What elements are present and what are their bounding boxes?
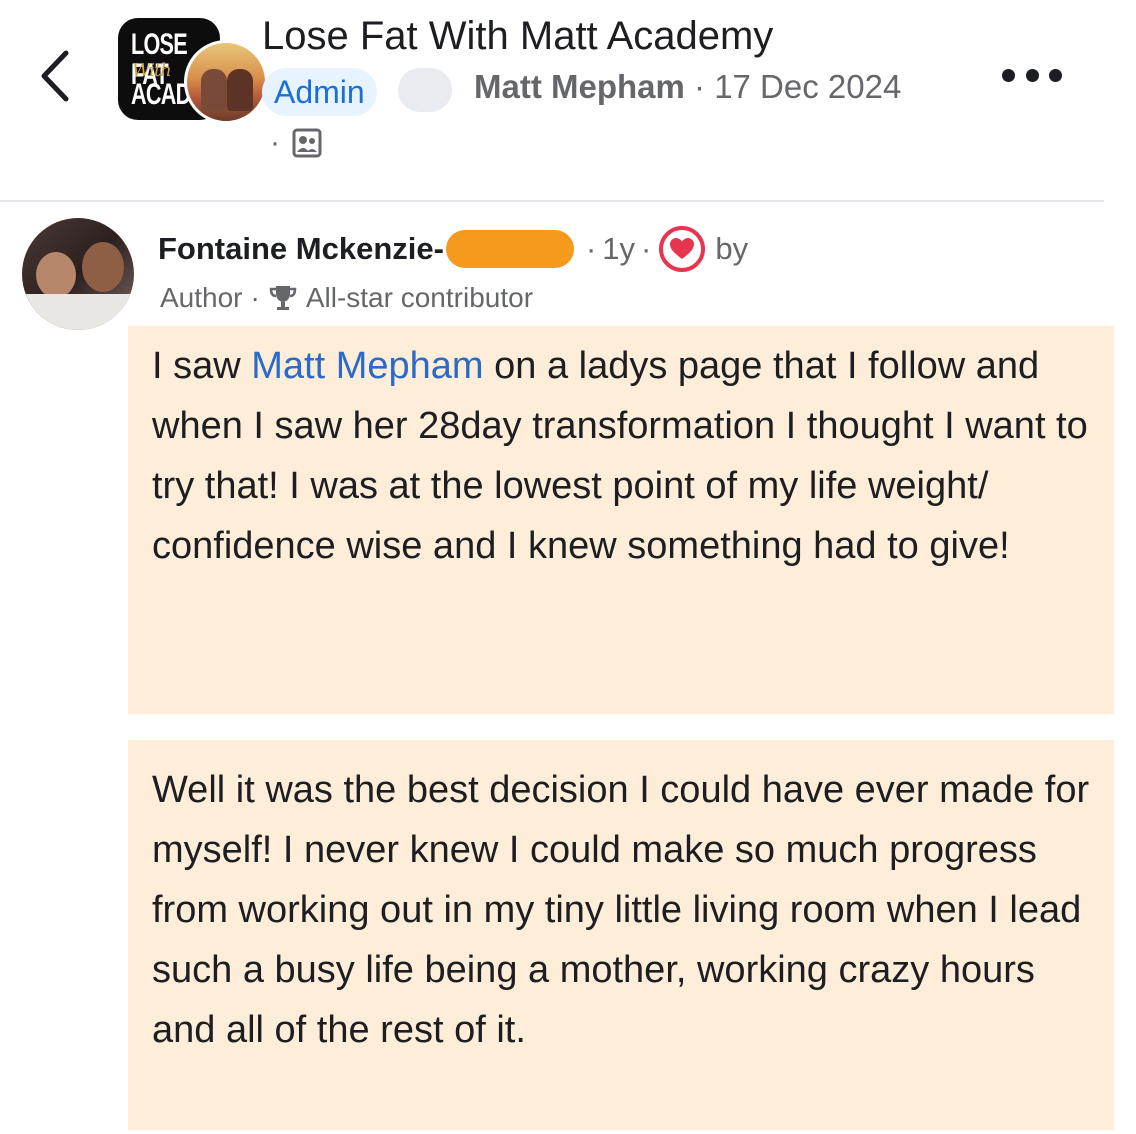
audience-group-icon — [292, 128, 322, 158]
author-mini-avatar — [398, 68, 452, 112]
admin-badge[interactable]: Admin — [262, 68, 377, 116]
commenter-name[interactable]: Fontaine Mckenzie- — [158, 231, 444, 267]
reaction-by-label: by — [715, 231, 749, 266]
comment-paragraph-2: Well it was the best decision I could ha… — [128, 740, 1114, 1130]
meta-separator: · — [641, 231, 652, 266]
commenter-avatar[interactable] — [22, 218, 134, 330]
contributor-badge[interactable]: All-star contributor — [306, 282, 533, 314]
meta-separator: · — [250, 282, 260, 313]
post-date: 17 Dec 2024 — [714, 68, 902, 105]
commenter-role-line: Author · All-star contributor — [160, 282, 533, 314]
back-button[interactable] — [30, 44, 78, 108]
audience-separator: · — [270, 126, 280, 159]
group-name[interactable]: Lose Fat With Matt Academy — [262, 14, 773, 59]
heart-reaction-icon — [670, 238, 695, 259]
mention-link[interactable]: Matt Mepham — [251, 345, 483, 387]
trophy-icon — [269, 286, 297, 310]
back-chevron-icon — [41, 50, 69, 102]
meta-separator: · — [694, 68, 706, 105]
divider — [0, 200, 1104, 202]
group-avatar[interactable]: LOSE FAT With ACAD — [118, 18, 268, 124]
audience-line: · — [270, 126, 322, 160]
post-author-meta: Matt Mepham · 17 Dec 2024 — [474, 68, 901, 106]
more-options-button[interactable] — [1002, 60, 1062, 90]
heart-reaction-button[interactable] — [659, 226, 706, 272]
comment-time: 1y — [602, 231, 636, 266]
comment-paragraph-1: I saw Matt Mepham on a ladys page that I… — [128, 326, 1114, 714]
comment-header: Fontaine Mckenzie- · 1y · by — [158, 226, 748, 272]
more-options-icon — [1002, 68, 1015, 82]
name-redaction — [445, 230, 574, 268]
admin-avatar — [184, 40, 268, 124]
post-author-name[interactable]: Matt Mepham — [474, 68, 685, 105]
meta-separator: · — [585, 231, 597, 266]
author-role: Author — [160, 282, 243, 313]
